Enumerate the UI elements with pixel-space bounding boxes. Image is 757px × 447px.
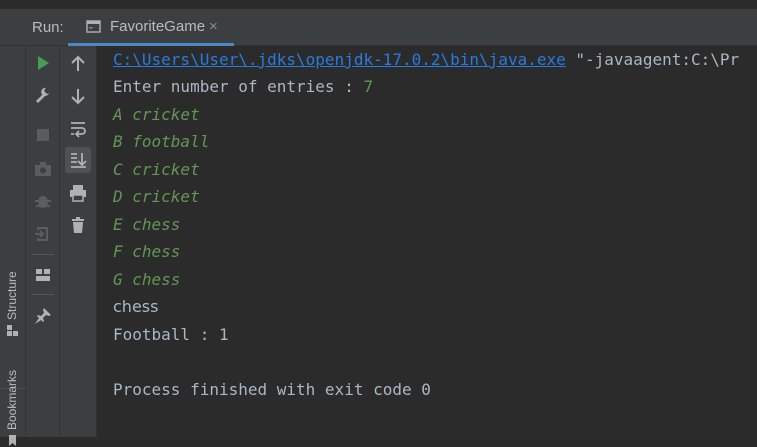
pin-tab-button[interactable] (30, 303, 56, 329)
structure-tool-button[interactable]: Structure (2, 258, 24, 338)
java-executable-link[interactable]: C:\Users\User\.jdks\openjdk-17.0.2\bin\j… (113, 50, 566, 69)
run-tool-window-header: Run: FavoriteGame × (0, 9, 757, 46)
run-actions-toolbar (26, 46, 60, 437)
run-icon (38, 56, 49, 70)
list-item: A cricket (113, 105, 200, 124)
console-tab-icon (86, 20, 101, 33)
stop-icon (37, 129, 49, 141)
list-item: D cricket (113, 187, 200, 206)
toolbar-divider (32, 294, 54, 295)
pin-icon (35, 308, 51, 324)
football-count-line: Football : 1 (113, 325, 229, 344)
print-icon (70, 185, 86, 202)
previous-occurrence-button[interactable] (65, 51, 91, 77)
trash-icon (72, 217, 84, 233)
close-tab-icon[interactable]: × (209, 9, 218, 43)
exit-button[interactable] (30, 221, 56, 247)
bookmarks-tool-button[interactable]: Bookmarks (2, 358, 24, 446)
list-item: B football (113, 132, 210, 151)
console-actions-toolbar (60, 46, 97, 437)
down-arrow-icon (71, 89, 85, 105)
soft-wrap-icon (71, 122, 86, 138)
structure-label: Structure (5, 271, 19, 320)
up-arrow-icon (71, 55, 85, 71)
result-line: chess (113, 297, 159, 316)
modify-run-config-button[interactable] (30, 82, 56, 108)
bookmark-icon (9, 435, 16, 446)
print-button[interactable] (65, 180, 91, 206)
tab-favoritegame[interactable]: FavoriteGame × (68, 9, 234, 46)
rerun-button[interactable] (30, 50, 56, 76)
list-item: E chess (113, 215, 181, 234)
prompt-text: Enter number of entries : (113, 77, 364, 96)
bookmarks-label: Bookmarks (5, 369, 19, 430)
tab-label: FavoriteGame (110, 18, 206, 35)
restore-layout-button[interactable] (30, 262, 56, 288)
stop-button[interactable] (30, 122, 56, 148)
list-item: F chess (113, 242, 181, 261)
toolbar-divider (32, 254, 54, 255)
scroll-to-end-button[interactable] (65, 147, 91, 173)
prompt-input: 7 (363, 77, 374, 96)
window-top-edge (0, 0, 757, 9)
layout-icon (36, 269, 50, 281)
bug-icon (35, 196, 51, 208)
debug-button[interactable] (30, 188, 56, 214)
list-item: G chess (113, 270, 181, 289)
scroll-to-end-icon (71, 153, 87, 168)
console-output[interactable]: C:\Users\User\.jdks\openjdk-17.0.2\bin\j… (97, 46, 757, 437)
command-line: C:\Users\User\.jdks\openjdk-17.0.2\bin\j… (113, 50, 739, 70)
camera-icon (35, 162, 51, 176)
process-finished-line: Process finished with exit code 0 (113, 380, 431, 399)
list-item: C cricket (113, 160, 200, 179)
exit-icon (35, 227, 48, 241)
wrench-icon (36, 87, 49, 103)
soft-wrap-button[interactable] (65, 116, 91, 142)
clear-all-button[interactable] (65, 212, 91, 238)
structure-icon (7, 325, 18, 336)
dump-threads-button[interactable] (30, 156, 56, 182)
prompt-line: Enter number of entries : 7 (113, 77, 373, 97)
run-label: Run: (32, 19, 64, 36)
left-tool-stripe: Structure Bookmarks (0, 46, 26, 446)
next-occurrence-button[interactable] (65, 83, 91, 109)
command-args: "-javaagent:C:\Pr (565, 50, 740, 69)
